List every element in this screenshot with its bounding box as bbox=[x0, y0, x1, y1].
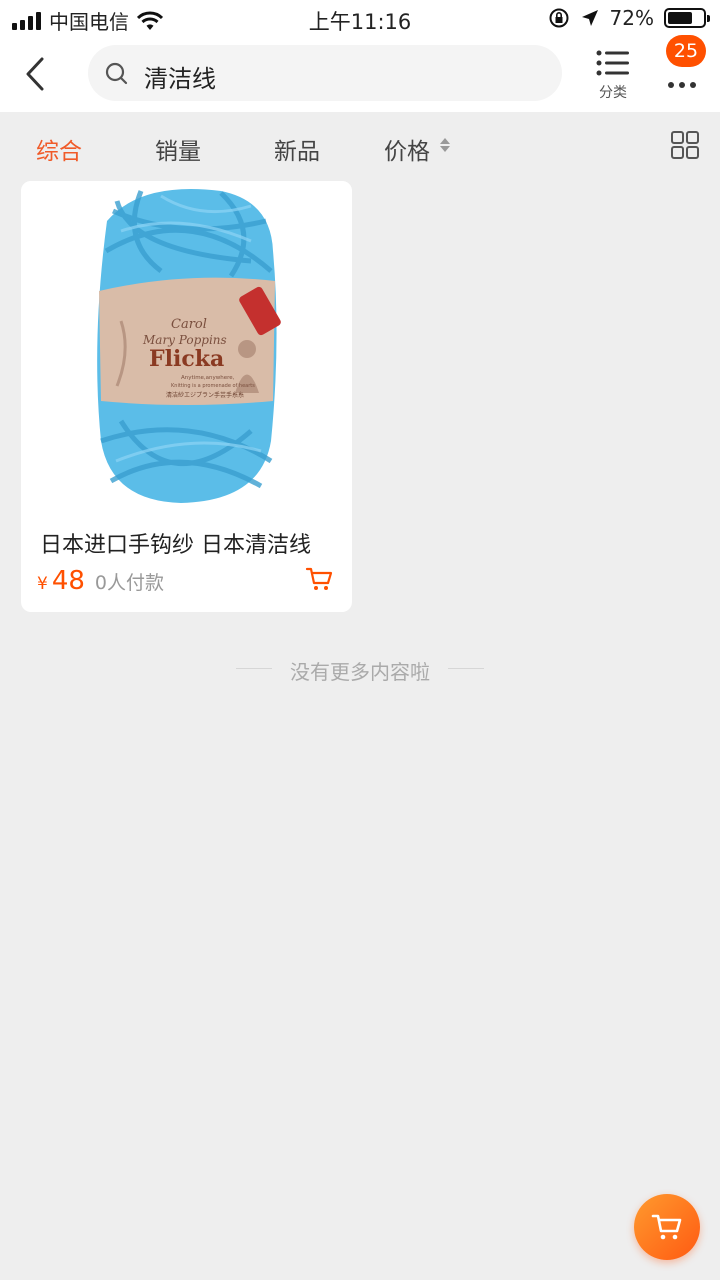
sort-bar: 综合 销量 新品 价格 bbox=[0, 112, 720, 180]
grid-layout-icon[interactable] bbox=[670, 130, 700, 160]
label-brand: Flicka bbox=[149, 346, 224, 372]
category-label: 分类 bbox=[599, 85, 627, 101]
sort-tab-sales[interactable]: 销量 bbox=[155, 132, 201, 166]
cart-icon bbox=[651, 1214, 682, 1240]
divider-right bbox=[448, 668, 484, 669]
product-title[interactable]: 日本进口手钩纱 日本清洁线 bbox=[40, 527, 311, 559]
label-mary-poppins: Mary Poppins bbox=[142, 333, 227, 347]
location-icon bbox=[581, 10, 598, 26]
back-button[interactable] bbox=[18, 54, 54, 94]
currency-symbol: ¥ bbox=[37, 574, 48, 594]
sort-tab-new[interactable]: 新品 bbox=[274, 132, 320, 166]
cart-button[interactable] bbox=[634, 1194, 700, 1260]
add-to-cart-icon[interactable] bbox=[305, 566, 333, 592]
nav-bar: 清洁线 分类 25 bbox=[0, 35, 720, 112]
product-image[interactable]: Carol Mary Poppins Flicka Anytime,anywhe… bbox=[21, 181, 352, 511]
chevron-left-icon bbox=[26, 57, 44, 91]
sort-tab-price[interactable]: 价格 bbox=[384, 132, 430, 166]
end-of-list-text: 没有更多内容啦 bbox=[290, 660, 430, 684]
sales-count: 0人付款 bbox=[94, 572, 165, 594]
sort-tab-default[interactable]: 综合 bbox=[36, 132, 82, 166]
more-dots-icon bbox=[668, 82, 696, 88]
label-jp-text: 清洁紗エジプラン手芸手糸糸 bbox=[166, 391, 244, 399]
label-carol: Carol bbox=[171, 317, 207, 332]
message-badge: 25 bbox=[666, 35, 706, 67]
label-tagline-2: Knitting is a promenade of hearts bbox=[171, 383, 255, 389]
product-price: 48 bbox=[51, 566, 85, 596]
product-card[interactable]: Carol Mary Poppins Flicka Anytime,anywhe… bbox=[21, 181, 352, 612]
label-tagline-1: Anytime,anywhere, bbox=[181, 375, 235, 381]
category-button[interactable]: 分类 bbox=[586, 50, 640, 102]
status-bar: 中国电信 上午11:16 72% bbox=[0, 0, 720, 36]
more-button[interactable] bbox=[660, 64, 704, 94]
battery-icon bbox=[664, 8, 710, 28]
battery-percent: 72% bbox=[609, 6, 654, 30]
search-input[interactable]: 清洁线 bbox=[88, 45, 562, 101]
rotation-lock-icon bbox=[549, 8, 569, 28]
price-row: ¥ 48 0人付款 bbox=[37, 566, 164, 596]
list-icon bbox=[596, 50, 629, 76]
status-right: 72% bbox=[548, 6, 710, 30]
search-query: 清洁线 bbox=[144, 65, 216, 93]
search-icon bbox=[105, 62, 128, 85]
sort-arrows-icon bbox=[440, 138, 450, 152]
